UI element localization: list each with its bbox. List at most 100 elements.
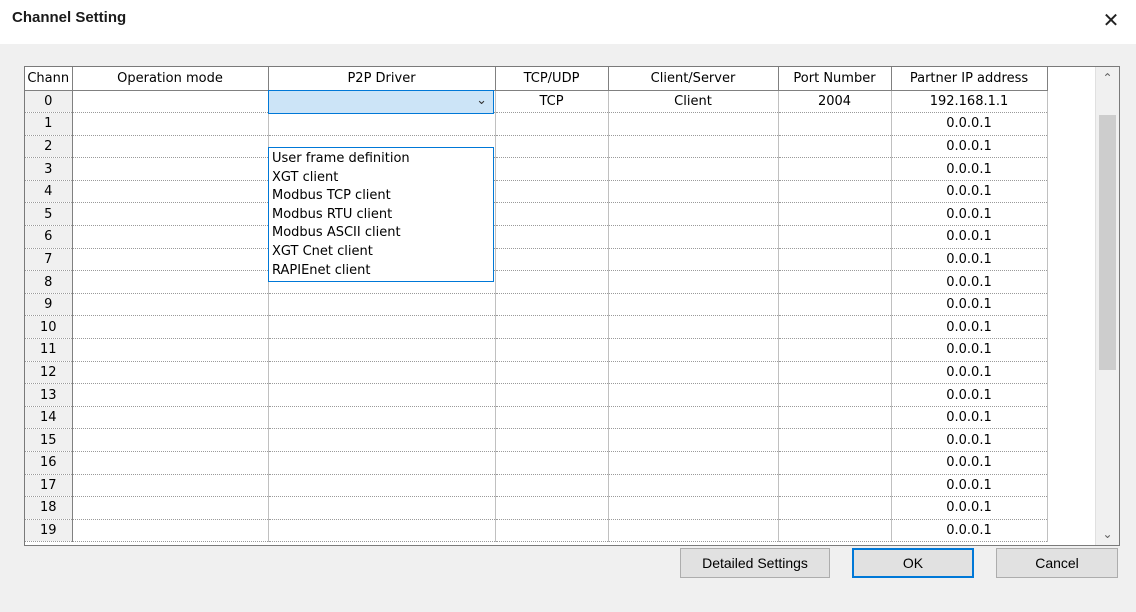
cell-partner-ip[interactable]: 0.0.0.1 bbox=[891, 270, 1048, 294]
column-header-client-server[interactable]: Client/Server bbox=[608, 67, 779, 91]
cell-client-server[interactable] bbox=[608, 383, 779, 407]
column-header-operation-mode[interactable]: Operation mode bbox=[72, 67, 269, 91]
cell-operation-mode[interactable] bbox=[72, 135, 269, 159]
scroll-down-icon[interactable]: ⌄ bbox=[1096, 523, 1119, 545]
vertical-scrollbar[interactable]: ⌃ ⌄ bbox=[1095, 67, 1119, 545]
table-row[interactable]: 7 0.0.0.1 bbox=[25, 248, 1048, 272]
dropdown-option-modbus-rtu-client[interactable]: Modbus RTU client bbox=[269, 206, 493, 225]
cell-tcp-udp[interactable] bbox=[495, 451, 609, 475]
cell-p2p-driver[interactable] bbox=[268, 496, 496, 520]
table-row[interactable]: 18 0.0.0.1 bbox=[25, 496, 1048, 520]
cell-port-number[interactable] bbox=[778, 248, 892, 272]
table-row[interactable]: 13 0.0.0.1 bbox=[25, 383, 1048, 407]
dropdown-option-user-frame-definition[interactable]: User frame definition bbox=[269, 150, 493, 169]
cancel-button[interactable]: Cancel bbox=[996, 548, 1118, 578]
cell-port-number[interactable] bbox=[778, 202, 892, 227]
cell-partner-ip[interactable]: 0.0.0.1 bbox=[891, 293, 1048, 317]
cell-p2p-driver[interactable] bbox=[268, 406, 496, 430]
table-row[interactable]: 1 0.0.0.1 bbox=[25, 112, 1048, 136]
chevron-down-icon[interactable]: ⌄ bbox=[476, 93, 487, 108]
cell-tcp-udp[interactable] bbox=[495, 361, 609, 385]
cell-port-number[interactable] bbox=[778, 112, 892, 136]
cell-operation-mode[interactable] bbox=[72, 406, 269, 430]
cell-tcp-udp[interactable] bbox=[495, 248, 609, 272]
cell-tcp-udp[interactable] bbox=[495, 406, 609, 430]
cell-partner-ip[interactable]: 0.0.0.1 bbox=[891, 202, 1048, 227]
cell-operation-mode[interactable] bbox=[72, 496, 269, 520]
cell-p2p-driver[interactable] bbox=[268, 428, 496, 452]
cell-partner-ip[interactable]: 0.0.0.1 bbox=[891, 496, 1048, 520]
cell-operation-mode[interactable] bbox=[72, 270, 269, 294]
table-row[interactable]: 17 0.0.0.1 bbox=[25, 474, 1048, 498]
cell-partner-ip[interactable]: 0.0.0.1 bbox=[891, 157, 1048, 181]
cell-tcp-udp[interactable] bbox=[495, 202, 609, 227]
cell-partner-ip[interactable]: 0.0.0.1 bbox=[891, 180, 1048, 204]
cell-operation-mode[interactable] bbox=[72, 361, 269, 385]
table-row[interactable]: 11 0.0.0.1 bbox=[25, 338, 1048, 362]
table-row[interactable]: 9 0.0.0.1 bbox=[25, 293, 1048, 317]
dropdown-option-xgt-client[interactable]: XGT client bbox=[269, 169, 493, 188]
column-header-p2p-driver[interactable]: P2P Driver bbox=[268, 67, 496, 91]
table-row[interactable]: 5 0.0.0.1 bbox=[25, 202, 1048, 227]
cell-port-number[interactable] bbox=[778, 135, 892, 159]
cell-operation-mode[interactable] bbox=[72, 90, 269, 114]
cell-client-server[interactable]: Client bbox=[608, 90, 779, 114]
table-row[interactable]: 12 0.0.0.1 bbox=[25, 361, 1048, 385]
cell-operation-mode[interactable] bbox=[72, 451, 269, 475]
cell-tcp-udp[interactable] bbox=[495, 180, 609, 204]
close-icon[interactable]: ✕ bbox=[1094, 4, 1128, 36]
column-header-tcp-udp[interactable]: TCP/UDP bbox=[495, 67, 609, 91]
table-row[interactable]: 16 0.0.0.1 bbox=[25, 451, 1048, 475]
cell-partner-ip[interactable]: 0.0.0.1 bbox=[891, 315, 1048, 340]
ok-button[interactable]: OK bbox=[852, 548, 974, 578]
cell-port-number[interactable] bbox=[778, 474, 892, 498]
cell-tcp-udp[interactable] bbox=[495, 135, 609, 159]
cell-p2p-driver[interactable] bbox=[268, 383, 496, 407]
cell-client-server[interactable] bbox=[608, 270, 779, 294]
cell-p2p-driver[interactable] bbox=[268, 361, 496, 385]
cell-partner-ip[interactable]: 0.0.0.1 bbox=[891, 474, 1048, 498]
cell-partner-ip[interactable]: 0.0.0.1 bbox=[891, 112, 1048, 136]
cell-tcp-udp[interactable]: TCP bbox=[495, 90, 609, 114]
column-header-port-number[interactable]: Port Number bbox=[778, 67, 892, 91]
cell-port-number[interactable] bbox=[778, 383, 892, 407]
detailed-settings-button[interactable]: Detailed Settings bbox=[680, 548, 830, 578]
cell-operation-mode[interactable] bbox=[72, 338, 269, 362]
cell-tcp-udp[interactable] bbox=[495, 338, 609, 362]
cell-port-number[interactable] bbox=[778, 225, 892, 249]
cell-client-server[interactable] bbox=[608, 496, 779, 520]
cell-port-number[interactable] bbox=[778, 406, 892, 430]
cell-port-number[interactable] bbox=[778, 338, 892, 362]
cell-partner-ip[interactable]: 0.0.0.1 bbox=[891, 428, 1048, 452]
p2p-driver-dropdown-list[interactable]: User frame definition XGT client Modbus … bbox=[268, 147, 494, 282]
cell-operation-mode[interactable] bbox=[72, 112, 269, 136]
cell-client-server[interactable] bbox=[608, 180, 779, 204]
cell-client-server[interactable] bbox=[608, 135, 779, 159]
cell-operation-mode[interactable] bbox=[72, 225, 269, 249]
cell-client-server[interactable] bbox=[608, 519, 779, 543]
table-row[interactable]: 10 0.0.0.1 bbox=[25, 315, 1048, 340]
cell-port-number[interactable] bbox=[778, 180, 892, 204]
cell-partner-ip[interactable]: 0.0.0.1 bbox=[891, 361, 1048, 385]
p2p-driver-combo[interactable]: ⌄ bbox=[268, 90, 494, 114]
cell-p2p-driver[interactable] bbox=[268, 338, 496, 362]
cell-client-server[interactable] bbox=[608, 202, 779, 227]
cell-partner-ip[interactable]: 0.0.0.1 bbox=[891, 519, 1048, 543]
cell-port-number[interactable] bbox=[778, 157, 892, 181]
dropdown-option-rapienet-client[interactable]: RAPIEnet client bbox=[269, 262, 493, 281]
cell-tcp-udp[interactable] bbox=[495, 315, 609, 340]
cell-client-server[interactable] bbox=[608, 338, 779, 362]
cell-p2p-driver[interactable] bbox=[268, 315, 496, 340]
cell-p2p-driver[interactable] bbox=[268, 112, 496, 136]
cell-p2p-driver[interactable] bbox=[268, 519, 496, 543]
cell-partner-ip[interactable]: 0.0.0.1 bbox=[891, 135, 1048, 159]
cell-tcp-udp[interactable] bbox=[495, 112, 609, 136]
cell-operation-mode[interactable] bbox=[72, 474, 269, 498]
column-header-channel[interactable]: Chann bbox=[25, 67, 73, 91]
cell-port-number[interactable] bbox=[778, 315, 892, 340]
table-row[interactable]: 0 TCP Client 2004 192.168.1.1 bbox=[25, 90, 1048, 114]
cell-port-number[interactable] bbox=[778, 293, 892, 317]
cell-port-number[interactable] bbox=[778, 519, 892, 543]
cell-client-server[interactable] bbox=[608, 157, 779, 181]
cell-port-number[interactable] bbox=[778, 428, 892, 452]
